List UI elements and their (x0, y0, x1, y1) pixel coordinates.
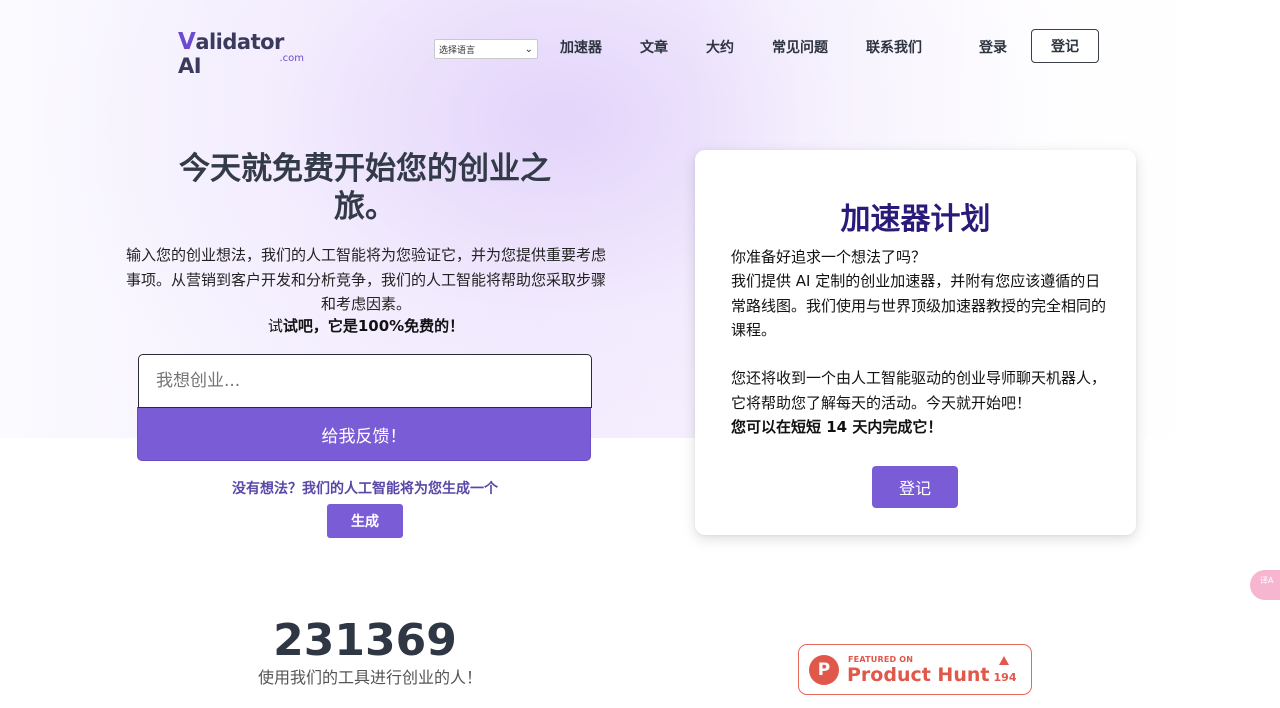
product-hunt-upvotes: 194 (993, 671, 1017, 684)
hero-title: 今天就免费开始您的创业之旅。 (179, 151, 551, 225)
product-hunt-name: Product Hunt (847, 664, 990, 686)
accelerator-card: 加速器计划 你准备好追求一个想法了吗？ 我们提供 AI 定制的创业加速器，并附有… (695, 150, 1136, 535)
accelerator-card-title: 加速器计划 (840, 202, 991, 237)
nav-articles[interactable]: 文章 (640, 37, 668, 57)
upvote-arrow-icon (999, 656, 1009, 665)
user-count: 231369 (273, 615, 457, 666)
card-line-question: 你准备好追求一个想法了吗？ (731, 248, 927, 266)
site-header: Validator AI .com 选择语言 ⌄ 加速器 文章 大约 常见问题 … (0, 0, 1280, 92)
nav-contact[interactable]: 联系我们 (866, 37, 922, 57)
user-count-label: 使用我们的工具进行创业的人！ (257, 668, 482, 687)
language-select[interactable]: 选择语言 ⌄ (434, 39, 538, 59)
chevron-down-icon: ⌄ (524, 43, 533, 55)
card-line-duration: 您可以在短短 14 天内完成它！ (731, 418, 943, 437)
logo[interactable]: Validator AI .com (178, 29, 308, 78)
generate-button[interactable]: 生成 (327, 504, 403, 538)
translate-widget-icon[interactable]: 译A (1250, 570, 1280, 600)
hero-free-note-prefix: 试 (267, 317, 283, 335)
idea-input[interactable] (138, 354, 592, 408)
login-link[interactable]: 登录 (979, 37, 1007, 57)
nav-accelerator[interactable]: 加速器 (560, 37, 602, 57)
card-signup-button[interactable]: 登记 (872, 466, 958, 508)
card-line-chatbot: 您还将收到一个由人工智能驱动的创业导师聊天机器人，它将帮助您了解每天的活动。今天… (731, 369, 1107, 412)
no-idea-prompt: 没有想法？我们的人工智能将为您生成一个 (232, 481, 498, 497)
card-line-offer: 我们提供 AI 定制的创业加速器，并附有您应该遵循的日常路线图。我们使用与世界顶… (731, 272, 1107, 339)
accelerator-card-body: 你准备好追求一个想法了吗？ 我们提供 AI 定制的创业加速器，并附有您应该遵循的… (731, 245, 1111, 439)
give-feedback-button[interactable]: 给我反馈！ (137, 407, 591, 461)
hero-free-note-bold: 试吧，它是100%免费的！ (282, 317, 465, 335)
logo-v-check-icon: V (178, 29, 196, 55)
hero-description: 输入您的创业想法，我们的人工智能将为您验证它，并为您提供重要考虑事项。从营销到客… (126, 246, 607, 313)
hero-free-note: 试试吧，它是100%免费的！ (126, 315, 606, 336)
nav-faq[interactable]: 常见问题 (772, 37, 828, 57)
signup-button[interactable]: 登记 (1031, 29, 1099, 63)
product-hunt-logo-icon: P (809, 655, 839, 685)
language-select-value: 选择语言 (439, 45, 476, 56)
product-hunt-featured-label: FEATURED ON (848, 655, 914, 664)
logo-domain: .com (279, 53, 304, 64)
nav-about[interactable]: 大约 (706, 37, 734, 57)
product-hunt-badge[interactable]: P FEATURED ON Product Hunt 194 (798, 644, 1032, 695)
